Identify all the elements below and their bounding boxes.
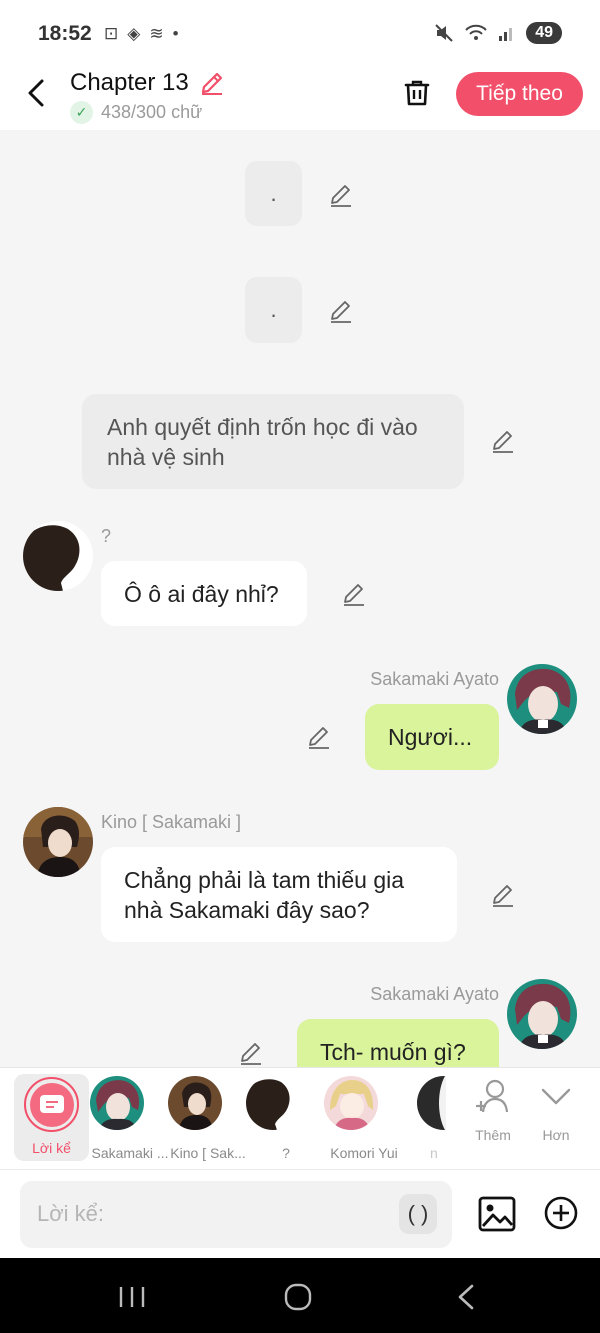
- check-icon: ✓: [70, 101, 93, 124]
- edit-pencil-icon[interactable]: [490, 428, 516, 454]
- character-label: Sakamaki ...: [91, 1145, 169, 1161]
- avatar: [90, 1076, 144, 1130]
- more-button[interactable]: Hơn: [526, 1078, 586, 1143]
- character-label: Komori Yui: [330, 1145, 398, 1161]
- word-count: ✓ 438/300 chữ: [70, 101, 202, 124]
- next-button[interactable]: Tiếp theo: [456, 72, 583, 116]
- character-selector: Lời kể Sakamaki ... Kino [ Sak... ? Komo…: [0, 1067, 600, 1169]
- avatar[interactable]: [507, 979, 577, 1049]
- chapter-title: Chapter 13: [70, 69, 189, 96]
- edit-pencil-icon[interactable]: [341, 581, 367, 607]
- screenshot-icon: ⊡: [104, 24, 128, 43]
- status-left-icons: ⊡◈≋•: [104, 24, 188, 44]
- narrator-label: Lời kể: [32, 1140, 71, 1156]
- home-icon[interactable]: [278, 1282, 318, 1312]
- parenthesis-button[interactable]: ( ): [399, 1194, 437, 1234]
- edit-pencil-icon[interactable]: [490, 882, 516, 908]
- narration-bubble[interactable]: .: [245, 161, 302, 226]
- edit-pencil-icon[interactable]: [306, 724, 332, 750]
- status-time: 18:52: [38, 22, 92, 45]
- character-label: n: [430, 1145, 438, 1161]
- avatar: [324, 1076, 378, 1130]
- message-bubble[interactable]: Tch- muốn gì?: [297, 1019, 499, 1067]
- character-option[interactable]: Sakamaki ...: [90, 1076, 170, 1161]
- back-arrow-icon[interactable]: [20, 76, 54, 110]
- signal-lines-icon: ≋: [149, 24, 173, 43]
- avatar[interactable]: [507, 664, 577, 734]
- speaker-name: Sakamaki Ayato: [370, 984, 499, 1004]
- narration-icon: [29, 1082, 74, 1127]
- image-icon[interactable]: [478, 1195, 516, 1233]
- chat-area[interactable]: . . Anh quyết định trốn học đi vào nhà v…: [0, 130, 600, 1067]
- back-nav-icon[interactable]: [446, 1282, 486, 1312]
- mute-icon: [435, 24, 453, 42]
- edit-pencil-icon[interactable]: [328, 182, 354, 208]
- edit-pencil-icon[interactable]: [238, 1040, 264, 1066]
- avatar: [417, 1076, 446, 1130]
- trash-icon[interactable]: [400, 76, 434, 110]
- input-bar: Lời kể: ( ): [0, 1169, 600, 1258]
- message-input[interactable]: Lời kể: ( ): [20, 1181, 452, 1248]
- character-label: ?: [282, 1145, 290, 1161]
- message-bubble[interactable]: Ô ô ai đây nhỉ?: [101, 561, 307, 626]
- character-option[interactable]: ?: [246, 1076, 326, 1161]
- word-count-text: 438/300 chữ: [101, 102, 203, 122]
- avatar[interactable]: [23, 807, 93, 877]
- character-option[interactable]: Komori Yui: [324, 1076, 404, 1161]
- message-bubble[interactable]: Ngươi...: [365, 704, 499, 770]
- add-character-label: Thêm: [475, 1127, 511, 1143]
- recent-apps-icon[interactable]: [112, 1282, 152, 1312]
- avatar[interactable]: [23, 521, 93, 591]
- character-option[interactable]: Kino [ Sak...: [168, 1076, 248, 1161]
- system-nav-bar: [0, 1258, 600, 1333]
- edit-title-icon[interactable]: [198, 69, 226, 97]
- add-character-button[interactable]: Thêm: [463, 1078, 523, 1143]
- cell-signal-icon: [499, 28, 513, 41]
- speaker-name: ?: [101, 526, 112, 546]
- input-placeholder: Lời kể:: [37, 1201, 105, 1226]
- narration-bubble[interactable]: .: [245, 277, 302, 343]
- speaker-name: Kino [ Sakamaki ]: [101, 812, 242, 832]
- avatar: [168, 1076, 222, 1130]
- add-circle-icon[interactable]: [543, 1195, 579, 1231]
- dot-icon: •: [172, 24, 188, 43]
- status-right-icons: 49: [434, 22, 562, 44]
- edit-pencil-icon[interactable]: [328, 298, 354, 324]
- wifi-icon: [465, 24, 487, 40]
- character-label: Kino [ Sak...: [170, 1145, 246, 1161]
- status-bar: 18:52 ⊡◈≋• 49: [0, 0, 600, 66]
- avatar: [246, 1076, 300, 1130]
- top-header: Chapter 13 ✓ 438/300 chữ Tiếp theo: [0, 66, 600, 130]
- battery-badge: 49: [526, 22, 562, 44]
- character-option[interactable]: n: [402, 1076, 446, 1161]
- more-label: Hơn: [542, 1127, 570, 1143]
- add-person-icon: [476, 1079, 509, 1113]
- message-bubble[interactable]: Chẳng phải là tam thiếu gia nhà Sakamaki…: [101, 847, 457, 942]
- speaker-name: Sakamaki Ayato: [370, 669, 499, 689]
- chevron-down-icon: [541, 1088, 571, 1105]
- narrator-option[interactable]: Lời kể: [14, 1074, 89, 1161]
- location-icon: ◈: [127, 24, 150, 43]
- narrator-ring: [24, 1077, 79, 1132]
- narration-bubble[interactable]: Anh quyết định trốn học đi vào nhà vệ si…: [82, 394, 464, 489]
